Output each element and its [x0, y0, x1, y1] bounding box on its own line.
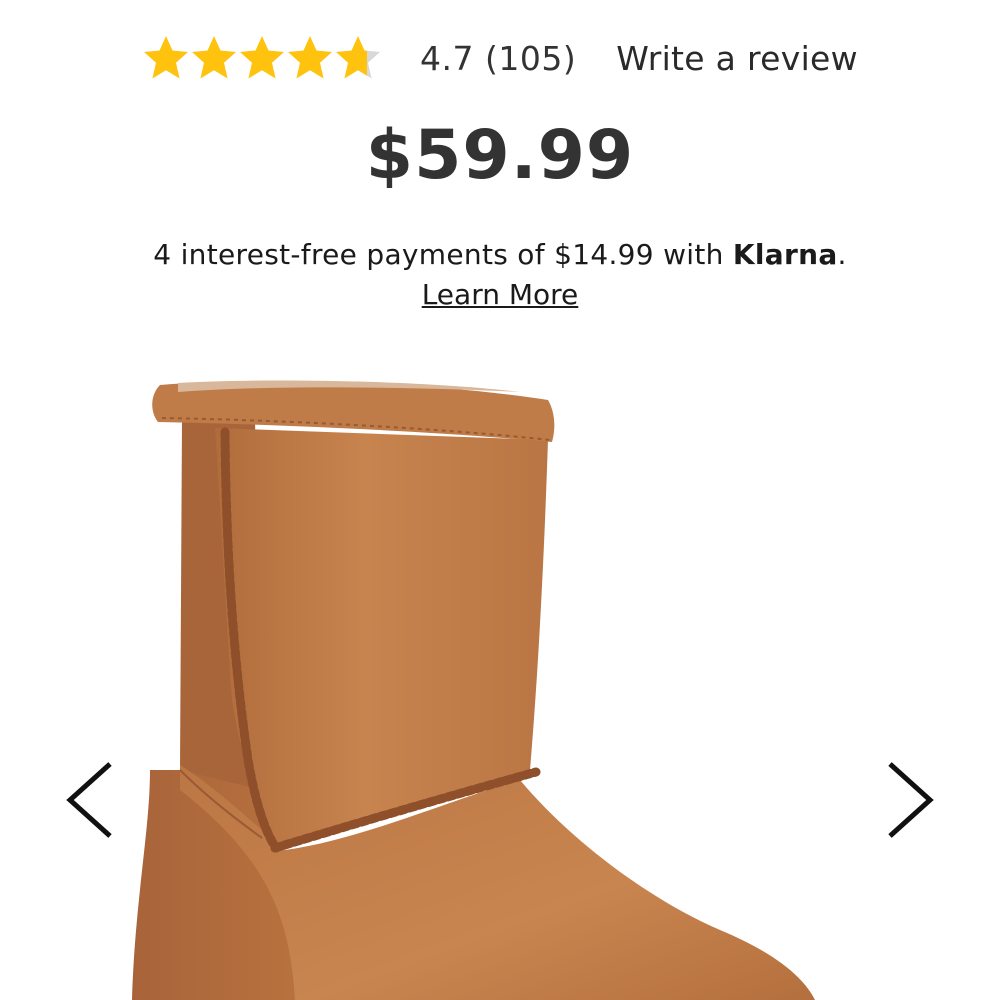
- star-icon: [240, 36, 285, 79]
- star-icon: [192, 36, 237, 79]
- star-icon: [288, 36, 333, 79]
- chevron-left-icon[interactable]: [60, 760, 120, 840]
- product-price: $59.99: [365, 116, 635, 195]
- klarna-installments: 4 interest-free payments of $14.99 with …: [0, 238, 1000, 271]
- klarna-prefix: 4 interest-free payments of $14.99 with: [153, 238, 733, 271]
- star-icon: [336, 36, 381, 79]
- star-icon: [144, 36, 189, 79]
- rating-row: 4.7 (105) Write a review: [0, 28, 1000, 88]
- klarna-suffix: .: [837, 238, 847, 271]
- rating-summary[interactable]: 4.7 (105): [420, 39, 576, 78]
- star-rating[interactable]: [142, 34, 382, 82]
- write-review-link[interactable]: Write a review: [616, 39, 858, 78]
- learn-more-row: Learn More: [0, 278, 1000, 311]
- product-boot-image[interactable]: [0, 340, 1000, 1000]
- klarna-brand: Klarna: [732, 238, 838, 271]
- chevron-right-icon[interactable]: [880, 760, 940, 840]
- learn-more-link[interactable]: Learn More: [422, 278, 579, 311]
